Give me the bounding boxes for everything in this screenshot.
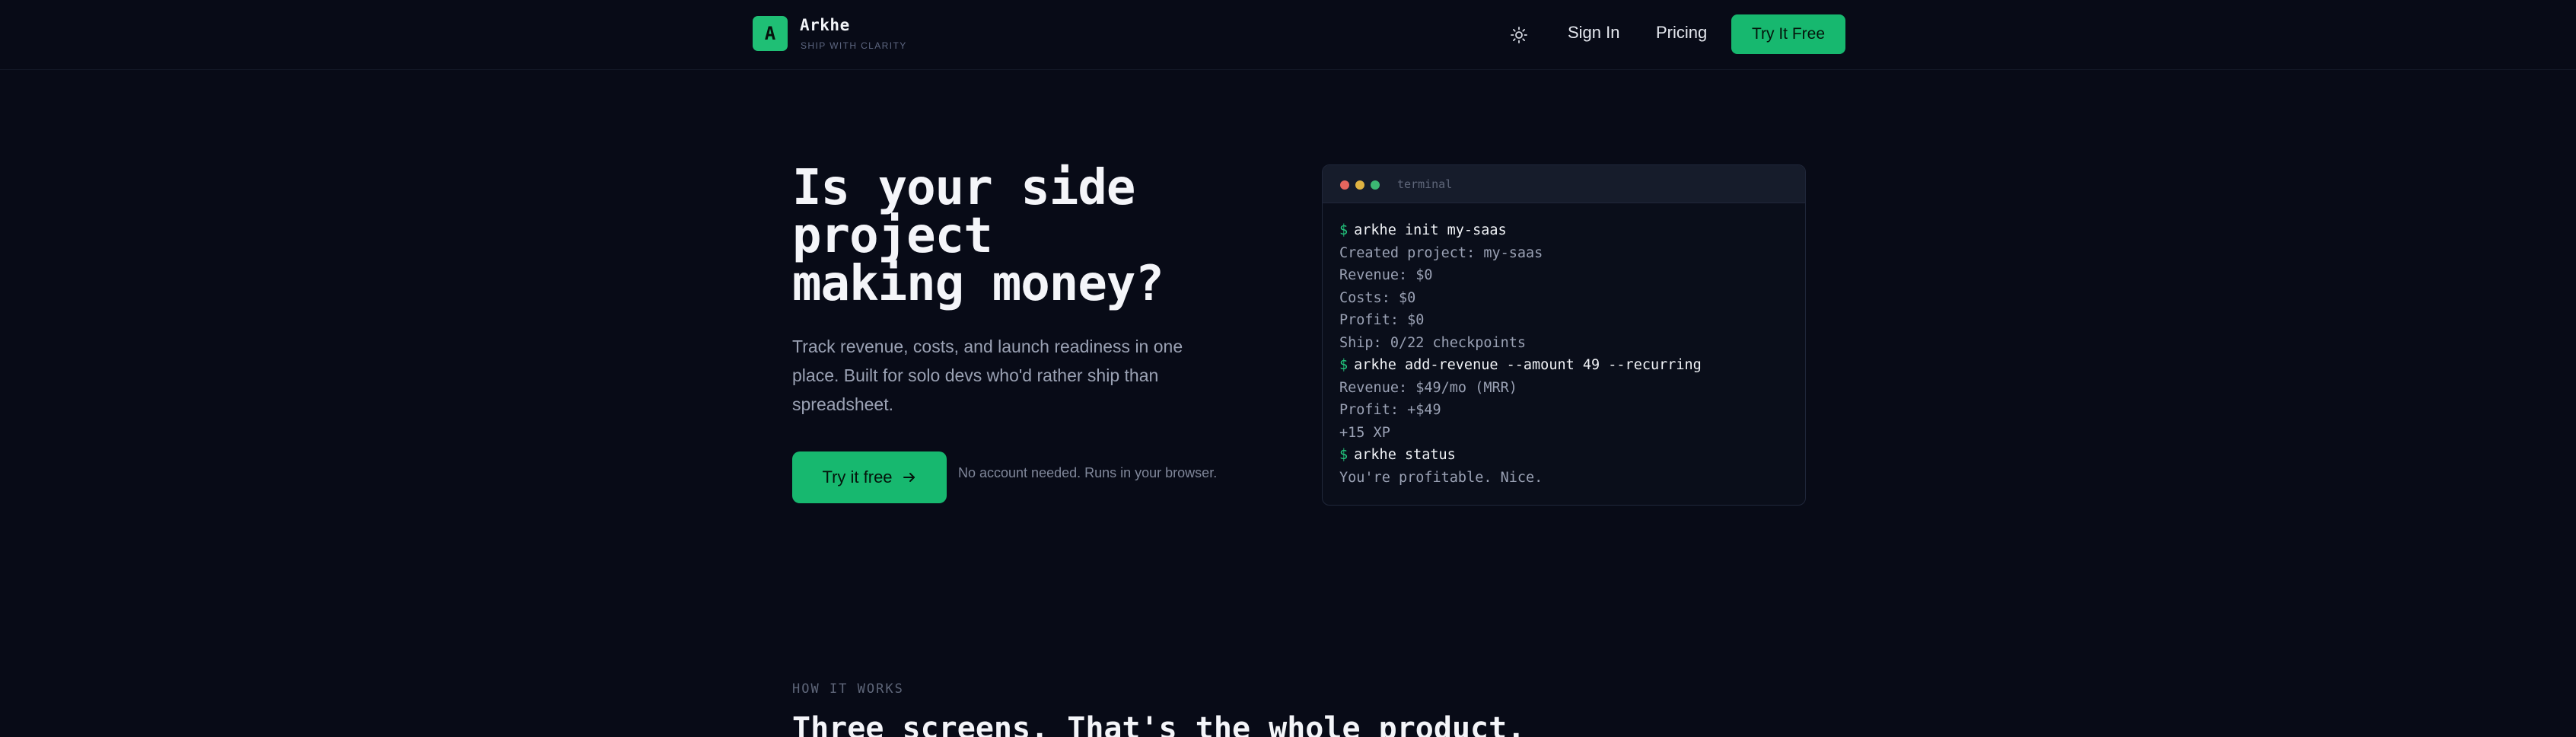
terminal-output: $ arkhe init my-saas Created project: my-s… xyxy=(1323,203,1805,505)
terminal-command-text: arkhe status xyxy=(1354,447,1456,463)
terminal-output-line: Created project: my-saas xyxy=(1339,244,1543,261)
header-try-free-button[interactable]: Try It Free xyxy=(1731,14,1845,54)
terminal-output-line: +15 XP xyxy=(1339,424,1390,441)
hero-title-line: Is your side xyxy=(792,160,1135,216)
terminal-prompt: $ xyxy=(1339,222,1348,238)
hero-subtitle: Track revenue, costs, and launch readine… xyxy=(792,337,1183,414)
terminal-command-text: arkhe add-revenue --amount 49 --recurrin… xyxy=(1354,357,1702,373)
nav-pricing-link[interactable]: Pricing xyxy=(1656,23,1707,43)
section-label: HOW IT WORKS xyxy=(792,681,904,697)
landing-page: A Arkhe SHIP WITH CLARITY Sign In Pricin… xyxy=(0,0,2576,737)
sun-icon xyxy=(1511,27,1527,43)
close-dot-icon xyxy=(1340,180,1349,190)
hero-title: Is your side project making money? xyxy=(792,164,1279,308)
minimize-dot-icon xyxy=(1355,180,1364,190)
terminal-title: terminal xyxy=(1397,177,1453,191)
hero-try-free-button[interactable]: Try it free xyxy=(792,451,947,503)
terminal-output-line: Profit: $0 xyxy=(1339,312,1425,328)
hero-note: No account needed. Runs in your browser. xyxy=(958,465,1218,480)
brand-name[interactable]: Arkhe xyxy=(800,16,850,34)
terminal-prompt: $ xyxy=(1339,357,1348,373)
theme-toggle-button[interactable] xyxy=(1505,21,1533,49)
hero-try-free-label: Try it free xyxy=(822,467,893,487)
terminal-output-line: Revenue: $0 xyxy=(1339,267,1433,283)
maximize-dot-icon xyxy=(1371,180,1380,190)
logo-mark[interactable]: A xyxy=(753,16,788,51)
terminal-output-line: Ship: 0/22 checkpoints xyxy=(1339,334,1527,351)
terminal-output-line: You're profitable. Nice. xyxy=(1339,469,1543,486)
terminal-command-line: $ arkhe init my-saas xyxy=(1339,219,1788,242)
nav-sign-in-link[interactable]: Sign In xyxy=(1568,23,1620,43)
terminal-command-line: $ arkhe add-revenue --amount 49 --recurri… xyxy=(1339,354,1788,377)
arrow-right-icon xyxy=(903,473,915,482)
terminal-output-line: Profit: +$49 xyxy=(1339,402,1441,418)
terminal-output-line: Revenue: $49/mo (MRR) xyxy=(1339,379,1517,396)
terminal-output-line: Costs: $0 xyxy=(1339,289,1416,306)
brand-tagline: SHIP WITH CLARITY xyxy=(801,40,907,51)
site-header: A Arkhe SHIP WITH CLARITY Sign In Pricin… xyxy=(0,0,2576,70)
terminal-window: terminal $ arkhe init my-saas Created proj… xyxy=(1322,164,1806,506)
terminal-command-text: arkhe init my-saas xyxy=(1354,222,1507,238)
section-title: Three screens. That's the whole product. xyxy=(792,711,1526,737)
hero-title-line: making money? xyxy=(792,256,1164,312)
terminal-command-line: $ arkhe status xyxy=(1339,444,1788,467)
terminal-prompt: $ xyxy=(1339,447,1348,463)
terminal-title-bar: terminal xyxy=(1323,165,1805,203)
hero-title-line: project xyxy=(792,208,993,264)
